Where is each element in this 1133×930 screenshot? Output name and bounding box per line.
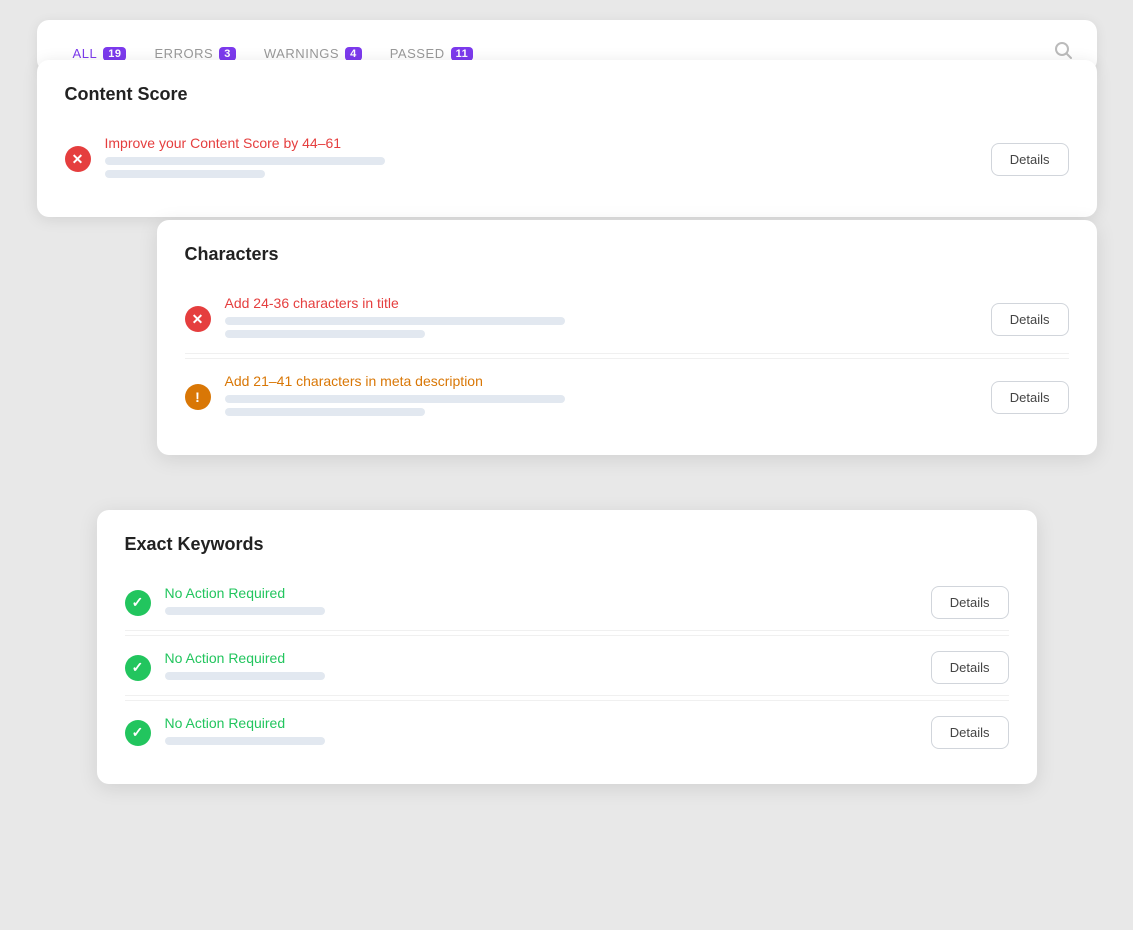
tab-errors-badge: 3 xyxy=(219,47,236,61)
characters-item-1: ! Add 21–41 characters in meta descripti… xyxy=(185,363,1069,431)
skeleton-line-6 xyxy=(225,408,425,416)
chars-item-1-details-button[interactable]: Details xyxy=(991,381,1069,414)
skeleton-line-1 xyxy=(105,157,385,165)
skeleton-line-5 xyxy=(225,395,565,403)
chars-item-0-content: Add 24-36 characters in title xyxy=(225,295,977,343)
characters-title: Characters xyxy=(185,244,1069,265)
chars-item-0-details-button[interactable]: Details xyxy=(991,303,1069,336)
content-score-details-button[interactable]: Details xyxy=(991,143,1069,176)
content-score-message: Improve your Content Score by 44–61 xyxy=(105,135,977,151)
content-score-title: Content Score xyxy=(65,84,1069,105)
skeleton-line-8 xyxy=(165,672,325,680)
success-icon-1: ✓ xyxy=(125,655,151,681)
tab-warnings-badge: 4 xyxy=(345,47,362,61)
keywords-item-2-content: No Action Required xyxy=(165,715,917,750)
content-score-card: Content Score ✕ Improve your Content Sco… xyxy=(37,60,1097,217)
success-icon-0: ✓ xyxy=(125,590,151,616)
keywords-item-0: ✓ No Action Required Details xyxy=(125,575,1009,631)
keywords-item-0-details-button[interactable]: Details xyxy=(931,586,1009,619)
success-icon-2: ✓ xyxy=(125,720,151,746)
chars-item-1-content: Add 21–41 characters in meta description xyxy=(225,373,977,421)
keywords-item-1-message: No Action Required xyxy=(165,650,917,666)
skeleton-line-3 xyxy=(225,317,565,325)
characters-card: Characters ✕ Add 24-36 characters in tit… xyxy=(157,220,1097,455)
skeleton-line-7 xyxy=(165,607,325,615)
content-score-item: ✕ Improve your Content Score by 44–61 De… xyxy=(65,125,1069,193)
error-icon-chars: ✕ xyxy=(185,306,211,332)
keywords-item-0-message: No Action Required xyxy=(165,585,917,601)
keywords-item-2-message: No Action Required xyxy=(165,715,917,731)
skeleton-line-9 xyxy=(165,737,325,745)
characters-item-0: ✕ Add 24-36 characters in title Details xyxy=(185,285,1069,354)
error-icon: ✕ xyxy=(65,146,91,172)
chars-item-1-message: Add 21–41 characters in meta description xyxy=(225,373,977,389)
divider-1 xyxy=(185,358,1069,359)
divider-3 xyxy=(125,700,1009,701)
tab-errors-label: ERRORS xyxy=(154,46,213,61)
tab-all-label: ALL xyxy=(73,46,98,61)
tab-all-badge: 19 xyxy=(103,47,126,61)
chars-item-0-message: Add 24-36 characters in title xyxy=(225,295,977,311)
divider-2 xyxy=(125,635,1009,636)
keywords-item-1-details-button[interactable]: Details xyxy=(931,651,1009,684)
keywords-item-1: ✓ No Action Required Details xyxy=(125,640,1009,696)
content-score-content: Improve your Content Score by 44–61 xyxy=(105,135,977,183)
tab-warnings-label: WARNINGS xyxy=(264,46,339,61)
skeleton-line-4 xyxy=(225,330,425,338)
warning-icon-chars: ! xyxy=(185,384,211,410)
keywords-title: Exact Keywords xyxy=(125,534,1009,555)
keywords-item-1-content: No Action Required xyxy=(165,650,917,685)
keywords-item-2: ✓ No Action Required Details xyxy=(125,705,1009,760)
skeleton-line-2 xyxy=(105,170,265,178)
keywords-card: Exact Keywords ✓ No Action Required Deta… xyxy=(97,510,1037,784)
keywords-item-0-content: No Action Required xyxy=(165,585,917,620)
tab-passed-label: PASSED xyxy=(390,46,445,61)
keywords-item-2-details-button[interactable]: Details xyxy=(931,716,1009,749)
tab-passed-badge: 11 xyxy=(451,47,474,61)
